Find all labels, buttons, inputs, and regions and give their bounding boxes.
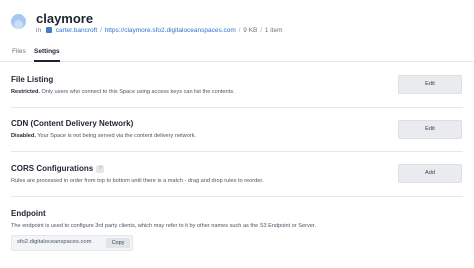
space-meta: in carter.bancroft / https://claymore.sf… <box>36 27 283 34</box>
cors-add-button[interactable]: Add <box>398 164 462 183</box>
endpoint-section: Endpoint The endpoint is used to configu… <box>11 209 463 229</box>
title-text: CORS Configurations <box>11 164 94 173</box>
section-title: CORS Configurations? <box>11 164 463 173</box>
section-description: Disabled. Your Space is not being served… <box>11 133 463 139</box>
tab-settings[interactable]: Settings <box>34 48 60 62</box>
in-label: in <box>36 27 42 34</box>
section-title: File Listing <box>11 75 54 84</box>
help-icon[interactable]: ? <box>96 165 105 173</box>
section-description: The endpoint is used to configure 3rd pa… <box>11 223 317 229</box>
project-link[interactable]: carter.bancroft <box>56 27 98 34</box>
cdn-section: CDN (Content Delivery Network) Disabled.… <box>11 119 463 139</box>
endpoint-value[interactable]: sfo2.digitaloceanspaces.com <box>17 239 91 245</box>
endpoint-field: sfo2.digitaloceanspaces.com Copy <box>11 235 133 251</box>
space-size: 9 KB <box>243 27 258 34</box>
description-text: Only users who connect to this Space usi… <box>39 89 235 95</box>
status-label: Restricted. <box>11 89 40 95</box>
copy-button[interactable]: Copy <box>106 238 130 248</box>
divider <box>11 196 463 197</box>
section-description: Restricted. Only users who connect to th… <box>11 89 463 95</box>
project-icon <box>45 27 52 33</box>
divider <box>11 107 463 108</box>
space-name: claymore <box>36 11 94 26</box>
tab-bar: Files Settings <box>0 44 474 62</box>
space-header: claymore in carter.bancroft / https://cl… <box>0 0 474 44</box>
separator: / <box>238 27 241 34</box>
section-title: Endpoint <box>11 209 46 218</box>
cdn-edit-button[interactable]: Edit <box>398 120 462 139</box>
separator: / <box>100 27 102 34</box>
separator: / <box>260 27 262 34</box>
status-label: Disabled. <box>11 133 36 139</box>
space-avatar-icon <box>11 14 26 29</box>
description-text: Your Space is not being served via the c… <box>35 133 197 139</box>
cors-section: CORS Configurations? Rules are processed… <box>11 164 463 184</box>
section-title: CDN (Content Delivery Network) <box>11 119 134 128</box>
tab-files[interactable]: Files <box>12 48 26 55</box>
divider <box>11 151 463 152</box>
section-description: Rules are processed in order from top to… <box>11 178 264 184</box>
space-url-link[interactable]: https://claymore.sfo2.digitaloceanspaces… <box>105 27 236 34</box>
item-count: 1 item <box>264 27 283 34</box>
file-listing-edit-button[interactable]: Edit <box>398 75 462 94</box>
file-listing-section: File Listing Restricted. Only users who … <box>11 75 463 95</box>
